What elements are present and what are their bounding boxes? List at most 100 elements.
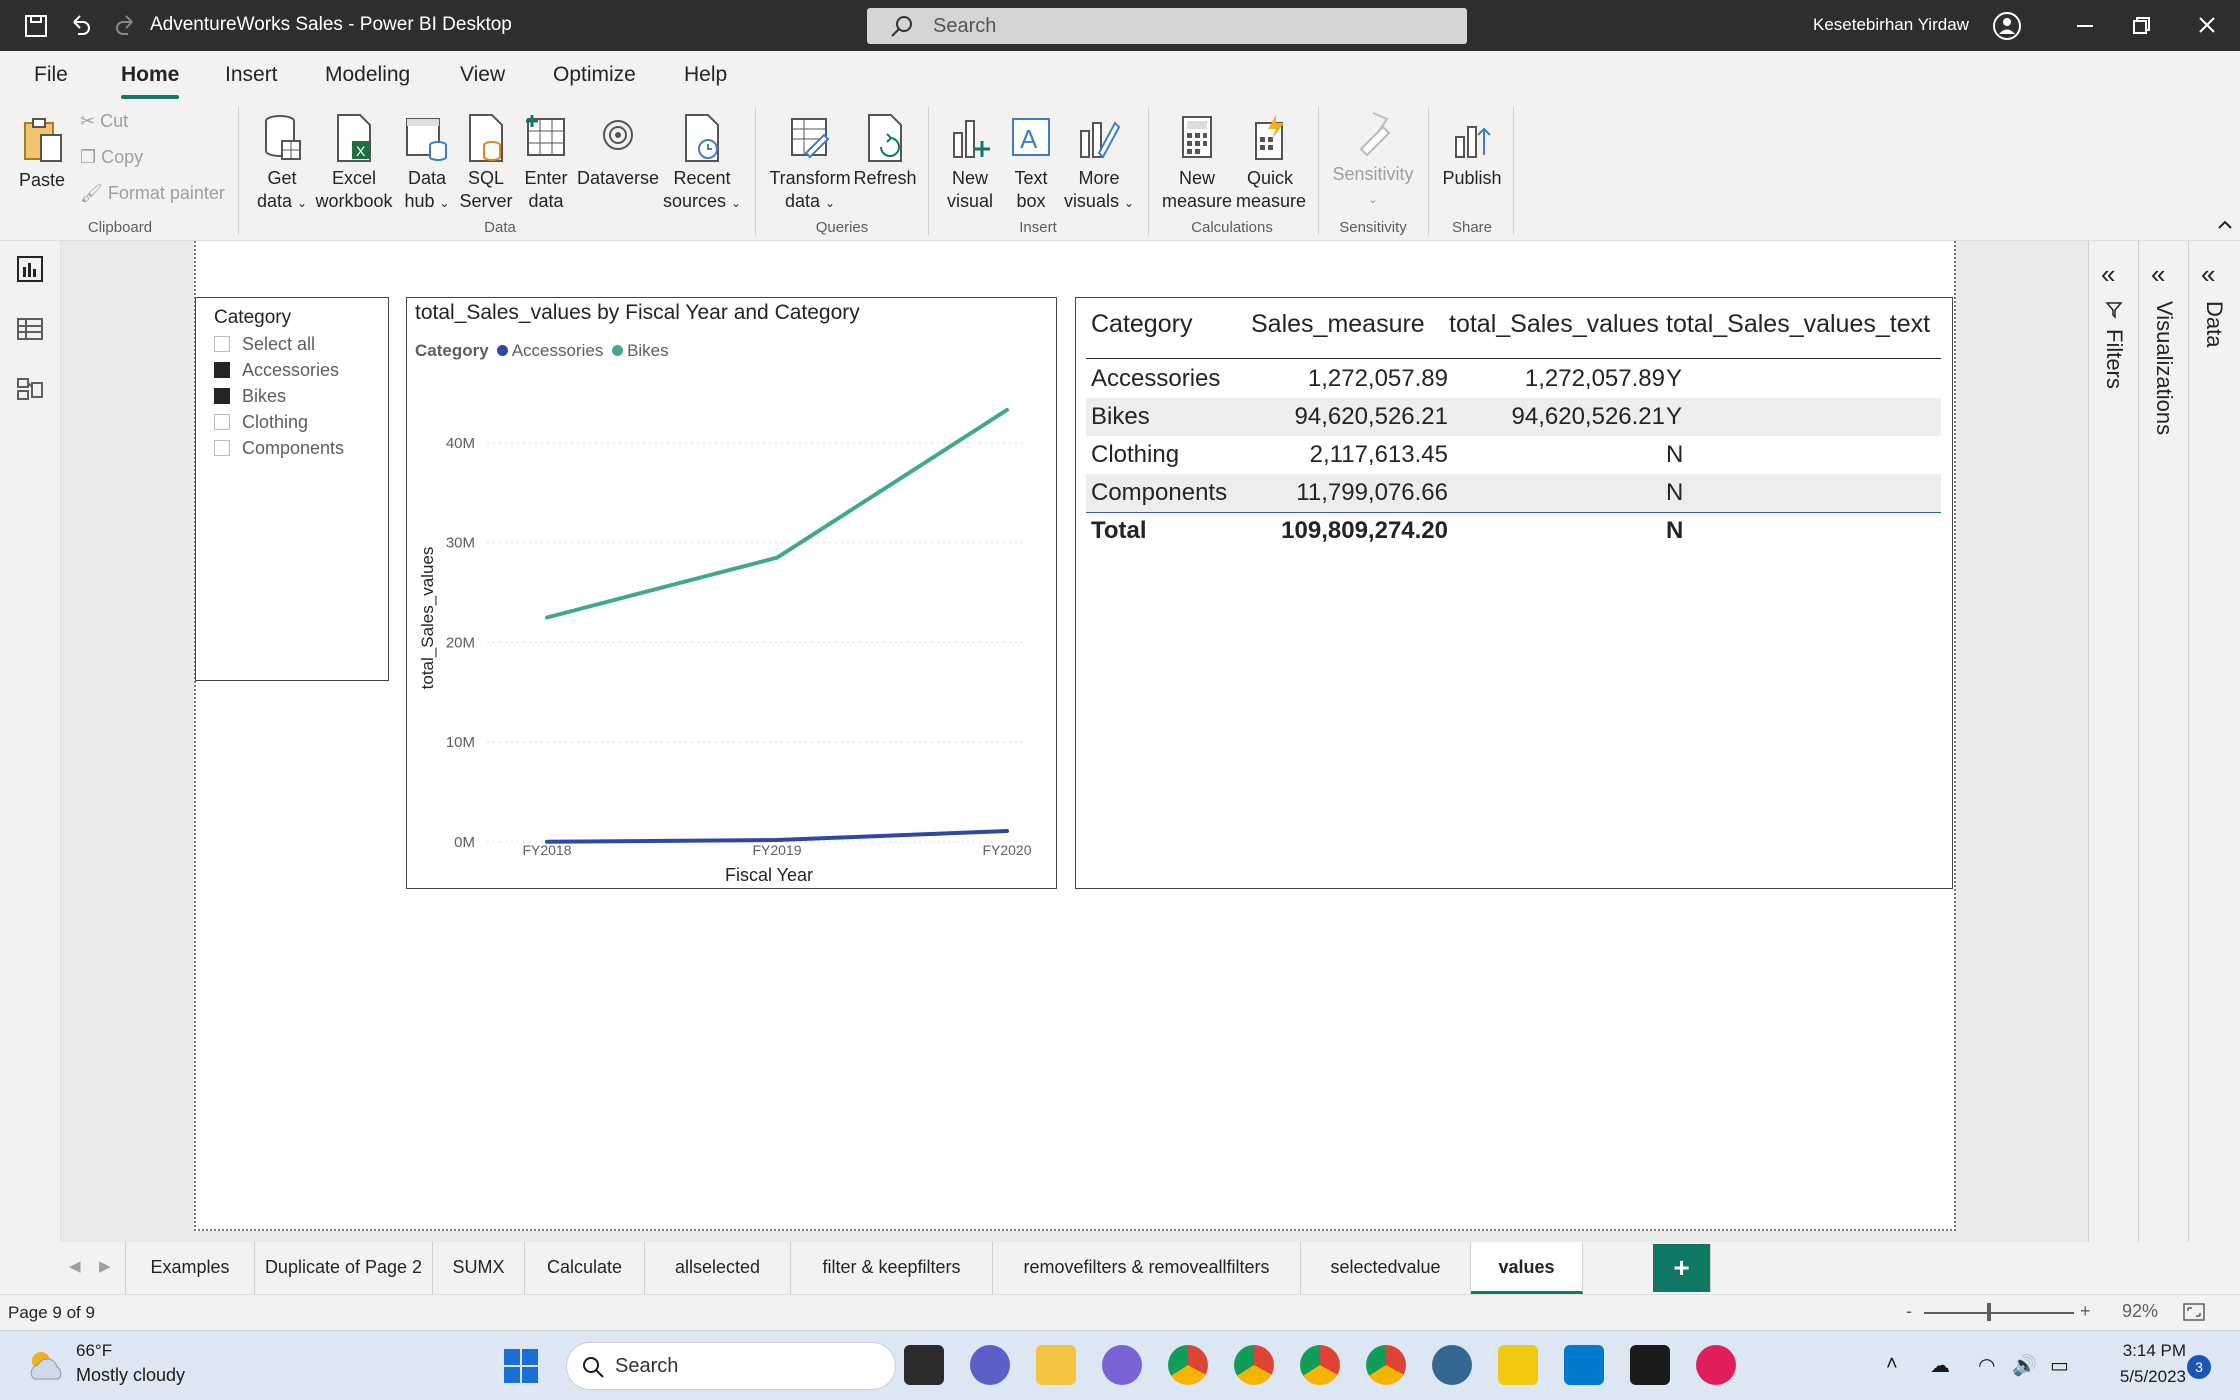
page-tab-allselected[interactable]: allselected bbox=[645, 1242, 791, 1294]
visualizations-pane[interactable]: « Visualizations bbox=[2138, 241, 2188, 1242]
prev-page-arrow-icon[interactable]: ◀ bbox=[69, 1257, 81, 1275]
sensitivity-button[interactable]: Sensitivity ⌄ bbox=[1326, 109, 1420, 211]
filters-pane[interactable]: « Filters bbox=[2088, 241, 2138, 1242]
file-explorer-icon[interactable] bbox=[1036, 1345, 1076, 1385]
taskbar-search[interactable]: Search bbox=[566, 1342, 896, 1390]
checkbox-partial-icon[interactable] bbox=[214, 336, 230, 352]
wifi-icon[interactable]: ◠ bbox=[1978, 1353, 1995, 1378]
data-pane[interactable]: « Data bbox=[2188, 241, 2240, 1242]
slicer-item[interactable]: Clothing bbox=[214, 412, 308, 434]
more-visuals-button[interactable]: More visuals ⌄ bbox=[1060, 113, 1138, 215]
teams-chat-icon[interactable] bbox=[970, 1345, 1010, 1385]
table-header-cell[interactable]: Sales_measure bbox=[1251, 310, 1425, 339]
page-tab-values[interactable]: values bbox=[1471, 1242, 1583, 1294]
report-view-icon[interactable] bbox=[16, 255, 44, 283]
zoom-slider-thumb[interactable] bbox=[1987, 1303, 1991, 1321]
vscode-icon[interactable] bbox=[1564, 1345, 1604, 1385]
model-view-icon[interactable] bbox=[16, 375, 44, 403]
chrome-icon[interactable] bbox=[1168, 1345, 1208, 1385]
table-header-cell[interactable]: total_Sales_values bbox=[1449, 310, 1659, 339]
data-hub-button[interactable]: Data hub ⌄ bbox=[400, 113, 454, 215]
page-tab-filter-keepfilters[interactable]: filter & keepfilters bbox=[791, 1242, 993, 1294]
expand-visualizations-icon[interactable]: « bbox=[2151, 259, 2165, 290]
category-slicer[interactable]: Category Select all Accessories Bikes Cl… bbox=[195, 297, 389, 681]
page-tab-selectedvalue[interactable]: selectedvalue bbox=[1301, 1242, 1471, 1294]
tab-file[interactable]: File bbox=[34, 63, 68, 87]
notification-badge[interactable]: 3 bbox=[2187, 1355, 2211, 1379]
page-tab-duplicate[interactable]: Duplicate of Page 2 bbox=[255, 1242, 433, 1294]
sql-server-button[interactable]: SQL Server bbox=[458, 113, 514, 213]
chevron-up-icon[interactable]: ˄ bbox=[1886, 1353, 1898, 1376]
table-header-cell[interactable]: Category bbox=[1091, 310, 1192, 339]
zoom-slider-track[interactable] bbox=[1924, 1312, 2074, 1314]
checkbox-checked-icon[interactable] bbox=[214, 388, 230, 404]
minimize-icon[interactable] bbox=[2070, 12, 2100, 40]
recent-sources-button[interactable]: Recent sources ⌄ bbox=[662, 113, 742, 215]
fit-to-page-icon[interactable] bbox=[2182, 1302, 2206, 1322]
zoom-in-button[interactable]: + bbox=[2080, 1301, 2091, 1322]
transform-data-button[interactable]: Transform data ⌄ bbox=[768, 113, 852, 215]
cut-button[interactable]: ✂ Cut bbox=[80, 111, 128, 132]
save-icon[interactable] bbox=[22, 12, 50, 40]
dataverse-button[interactable]: Dataverse bbox=[576, 113, 660, 190]
refresh-button[interactable]: Refresh bbox=[852, 113, 918, 190]
copy-button[interactable]: ❐ Copy bbox=[80, 147, 143, 168]
tab-help[interactable]: Help bbox=[684, 63, 727, 87]
page-tab-removefilters[interactable]: removefilters & removeallfilters bbox=[993, 1242, 1301, 1294]
windows-start-icon[interactable] bbox=[502, 1347, 540, 1385]
table-header-cell[interactable]: total_Sales_values_text bbox=[1666, 310, 1930, 339]
page-tab-sumx[interactable]: SUMX bbox=[433, 1242, 525, 1294]
next-page-arrow-icon[interactable]: ▶ bbox=[99, 1257, 111, 1275]
battery-icon[interactable]: ▭ bbox=[2050, 1353, 2069, 1378]
page-tab-examples[interactable]: Examples bbox=[125, 1242, 255, 1294]
format-painter-button[interactable]: 🖌 Format painter bbox=[80, 183, 225, 204]
tab-home[interactable]: Home bbox=[121, 63, 179, 87]
redo-icon[interactable] bbox=[112, 12, 140, 40]
quick-measure-button[interactable]: Quick measure bbox=[1236, 113, 1306, 213]
search-box[interactable]: Search bbox=[867, 8, 1467, 44]
new-measure-button[interactable]: New measure bbox=[1160, 113, 1234, 213]
publish-button[interactable]: Publish bbox=[1440, 113, 1504, 190]
text-box-button[interactable]: A Text box bbox=[1004, 113, 1058, 213]
paste-button[interactable]: Paste bbox=[14, 115, 70, 192]
checkbox-unchecked-icon[interactable] bbox=[214, 414, 230, 430]
expand-filters-icon[interactable]: « bbox=[2101, 259, 2115, 290]
slicer-item[interactable]: Select all bbox=[214, 334, 315, 356]
tab-insert[interactable]: Insert bbox=[225, 63, 278, 87]
line-chart-visual[interactable]: 0M 10M 20M 30M 40M FY2018 FY2019 FY2020 Fiscal Y… bbox=[406, 297, 1057, 889]
task-view-icon[interactable] bbox=[904, 1345, 944, 1385]
slicer-item[interactable]: Bikes bbox=[214, 386, 286, 408]
checkbox-unchecked-icon[interactable] bbox=[214, 440, 230, 456]
chrome-profile-icon[interactable] bbox=[1234, 1345, 1274, 1385]
enter-data-button[interactable]: Enter data bbox=[518, 113, 574, 213]
volume-icon[interactable]: 🔊 bbox=[2012, 1353, 2037, 1378]
copilot-icon[interactable] bbox=[1102, 1345, 1142, 1385]
sticky-notes-icon[interactable] bbox=[1630, 1345, 1670, 1385]
checkbox-checked-icon[interactable] bbox=[214, 362, 230, 378]
tab-view[interactable]: View bbox=[460, 63, 505, 87]
weather-cloud-icon[interactable] bbox=[24, 1345, 68, 1385]
collapse-ribbon-icon[interactable] bbox=[2216, 217, 2234, 231]
new-visual-button[interactable]: New visual bbox=[942, 113, 998, 213]
expand-data-icon[interactable]: « bbox=[2201, 259, 2215, 290]
slicer-item[interactable]: Accessories bbox=[214, 360, 339, 382]
chrome-profile-icon[interactable] bbox=[1366, 1345, 1406, 1385]
close-icon[interactable] bbox=[2192, 12, 2222, 40]
slack-icon[interactable] bbox=[1696, 1345, 1736, 1385]
power-bi-icon[interactable] bbox=[1498, 1345, 1538, 1385]
slicer-item[interactable]: Components bbox=[214, 438, 344, 460]
excel-workbook-button[interactable]: X Excel workbook bbox=[314, 113, 394, 213]
table-visual[interactable]: Category Sales_measure total_Sales_value… bbox=[1075, 297, 1953, 889]
page-tab-calculate[interactable]: Calculate bbox=[525, 1242, 645, 1294]
onedrive-icon[interactable]: ☁ bbox=[1930, 1353, 1950, 1378]
restore-icon[interactable] bbox=[2126, 12, 2156, 40]
zoom-out-button[interactable]: - bbox=[1906, 1301, 1912, 1322]
add-page-button[interactable]: + bbox=[1653, 1244, 1711, 1292]
account-icon[interactable] bbox=[1992, 11, 2022, 41]
get-data-button[interactable]: Get data ⌄ bbox=[252, 113, 312, 215]
table-view-icon[interactable] bbox=[16, 315, 44, 343]
chrome-profile-icon[interactable] bbox=[1300, 1345, 1340, 1385]
tab-optimize[interactable]: Optimize bbox=[553, 63, 636, 87]
undo-icon[interactable] bbox=[66, 12, 94, 40]
tab-modeling[interactable]: Modeling bbox=[325, 63, 410, 87]
